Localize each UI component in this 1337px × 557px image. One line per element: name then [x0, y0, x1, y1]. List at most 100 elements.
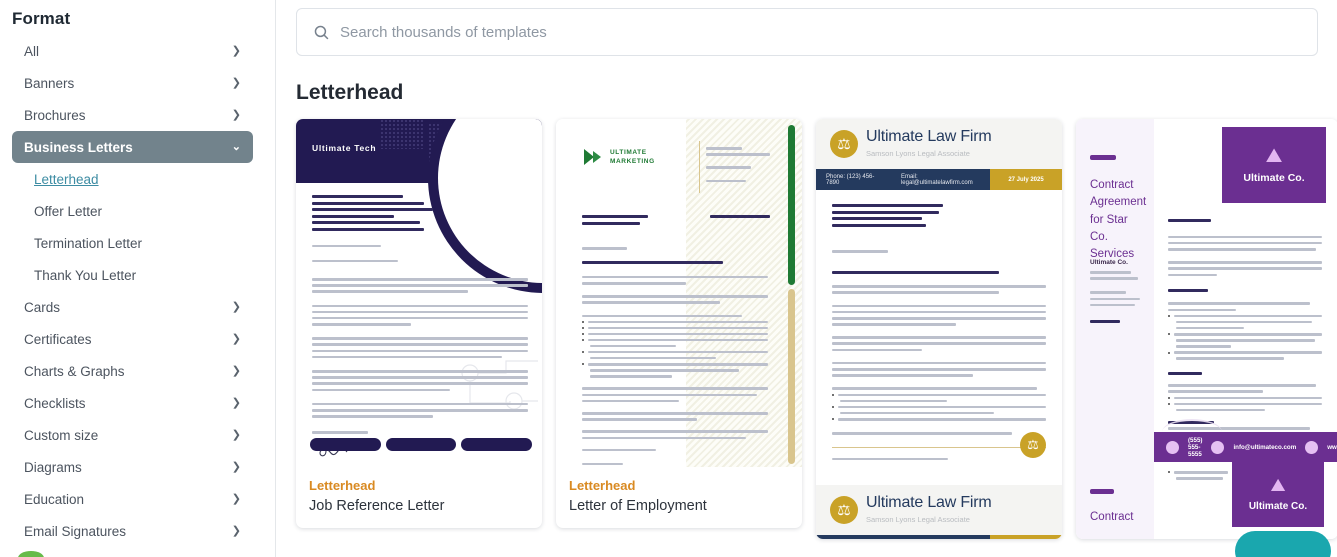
template-card-contract-agreement[interactable]: Contract Agreement for Star Co. Services…	[1076, 119, 1337, 539]
chevron-right-icon: ❯	[231, 396, 241, 409]
thumb4-brand-2: Ultimate Co.	[1248, 500, 1308, 512]
sidebar-item-label: Brochures	[24, 107, 86, 123]
thumb2-logo-text: ULTIMATE MARKETING	[610, 149, 655, 166]
sidebar-item-custom-size[interactable]: Custom size ❯	[12, 419, 253, 451]
thumb1-brand: Ultimate Tech	[312, 143, 377, 153]
sidebar-subitem-label: Offer Letter	[34, 203, 103, 219]
template-card-law-firm-letterhead[interactable]: ⚖ Ultimate Law Firm Samson Lyons Legal A…	[816, 119, 1062, 539]
thumb3-firm-name-2: Ultimate Law Firm	[866, 493, 992, 511]
chevron-right-icon: ❯	[231, 300, 241, 313]
sidebar-subitem-label: Thank You Letter	[34, 267, 137, 283]
card-category: Letterhead	[309, 478, 376, 493]
sidebar-item-all[interactable]: All ❯	[12, 35, 253, 67]
chevron-right-icon: ❯	[231, 524, 241, 537]
template-card-job-reference-letter[interactable]: Ultimate Tech Letterhead Job Reference L…	[296, 119, 542, 528]
thumb3-header: ⚖ Ultimate Law Firm Samson Lyons Legal A…	[816, 119, 1062, 169]
search-bar[interactable]: Search thousands of templates	[296, 8, 1318, 56]
chevron-right-icon: ❯	[231, 76, 241, 89]
sidebar-item-banners[interactable]: Banners ❯	[12, 67, 253, 99]
thumb1-footer-pills	[310, 438, 533, 451]
footer-pill	[461, 438, 533, 451]
template-thumbnail: Ultimate Tech	[296, 119, 542, 467]
template-card-letter-of-employment[interactable]: ULTIMATE MARKETING Letterhead Letter of …	[556, 119, 802, 528]
thumb4-brand: Ultimate Co.	[1243, 172, 1305, 184]
thumb2-divider	[699, 141, 700, 193]
sidebar-item-email-signatures[interactable]: Email Signatures ❯	[12, 515, 253, 547]
thumb3-contact-bar: Phone: (123) 456-7890 Email: legal@ultim…	[816, 169, 1062, 190]
scales-of-justice-icon: ⚖	[830, 130, 858, 158]
sidebar-item-label: Charts & Graphs	[24, 363, 125, 379]
thumb2-green-bar	[788, 125, 795, 285]
thumb3-header-page2: ⚖ Ultimate Law Firm Samson Lyons Legal A…	[816, 484, 1062, 535]
thumb4-footer-phone: (555) 555-5555	[1188, 436, 1203, 458]
chevron-right-icon: ❯	[231, 332, 241, 345]
main-content: Search thousands of templates Letterhead	[276, 0, 1337, 557]
thumb4-title-2: Contract	[1090, 511, 1134, 523]
thumb4-body-2	[1168, 471, 1228, 483]
scales-of-justice-icon: ⚖	[1020, 431, 1046, 458]
sidebar-item-label: Banners	[24, 75, 75, 91]
thumb3-phone: Phone: (123) 456-7890	[826, 173, 875, 186]
sidebar-subitem-termination-letter[interactable]: Termination Letter	[34, 227, 265, 259]
dot-grid-pattern	[380, 119, 424, 149]
sidebar-subitem-label: Letterhead	[34, 171, 99, 187]
app-root: Format All ❯ Banners ❯ Brochures ❯ Busin…	[0, 0, 1337, 557]
thumb3-person-2: Samson Lyons Legal Associate	[866, 514, 970, 524]
thumb4-footer-bar: (555) 555-5555 info@ultimateco.com www.u…	[1154, 432, 1337, 462]
mail-icon	[1211, 440, 1225, 454]
sidebar-item-brochures[interactable]: Brochures ❯	[12, 99, 253, 131]
thumb2-contact	[706, 147, 770, 186]
sidebar-item-checklists[interactable]: Checklists ❯	[12, 387, 253, 419]
sidebar-subitem-offer-letter[interactable]: Offer Letter	[34, 195, 265, 227]
chat-widget-button[interactable]	[1235, 531, 1331, 557]
chevron-right-icon: ❯	[231, 44, 241, 57]
mountain-icon: ⛰	[1270, 474, 1286, 495]
sidebar-title: Format	[12, 9, 71, 28]
sidebar-item-label: Business Letters	[24, 139, 133, 155]
sidebar-item-diagrams[interactable]: Diagrams ❯	[12, 451, 253, 483]
sidebar: Format All ❯ Banners ❯ Brochures ❯ Busin…	[0, 0, 276, 557]
thumb2-body	[582, 247, 768, 467]
sidebar-item-label: Diagrams	[24, 459, 82, 475]
mountain-icon: ⛰	[1265, 145, 1283, 167]
sidebar-item-education[interactable]: Education ❯	[12, 483, 253, 515]
thumb1-body	[312, 195, 528, 467]
thumb4-accent-dash	[1090, 155, 1116, 160]
footer-pill	[310, 438, 381, 451]
format-nav-list: All ❯ Banners ❯ Brochures ❯ Business Let…	[0, 35, 265, 163]
page-title: Letterhead	[296, 81, 404, 104]
thumb2-recipient	[582, 215, 662, 228]
sidebar-subitem-letterhead[interactable]: Letterhead	[34, 163, 265, 195]
thumb3-contact-left-2: Phone: (123) 456-7890 Email: legal@ultim…	[816, 534, 990, 539]
search-input[interactable]: Search thousands of templates	[340, 24, 547, 41]
template-thumbnail: ⚖ Ultimate Law Firm Samson Lyons Legal A…	[816, 119, 1062, 539]
chevron-right-icon: ❯	[231, 460, 241, 473]
sidebar-item-charts-graphs[interactable]: Charts & Graphs ❯	[12, 355, 253, 387]
thumb3-firm-name: Ultimate Law Firm	[866, 128, 992, 145]
thumb2-date	[710, 215, 770, 222]
thumb4-accent-dash-2	[1090, 489, 1114, 494]
ultimate-marketing-logo-icon	[584, 149, 601, 165]
globe-icon	[1305, 440, 1319, 454]
sidebar-item-business-letters[interactable]: Business Letters ⌄	[12, 131, 253, 163]
sidebar-item-label: Email Signatures	[24, 523, 127, 539]
thumb4-logo-box-2: ⛰ Ultimate Co.	[1232, 459, 1324, 527]
thumb3-email: Email: legal@ultimatelawfirm.com	[900, 173, 973, 186]
sidebar-subitem-label: Termination Letter	[34, 235, 143, 251]
thumb4-company: Ultimate Co.	[1090, 259, 1128, 266]
thumb3-body	[816, 190, 1062, 435]
sidebar-item-cards[interactable]: Cards ❯	[12, 291, 253, 323]
sidebar-subitem-thank-you-letter[interactable]: Thank You Letter	[34, 259, 265, 291]
thumb4-company-address	[1090, 271, 1142, 327]
phone-icon	[1166, 440, 1179, 454]
sidebar-item-label: All	[24, 43, 40, 59]
template-grid: Ultimate Tech Letterhead Job Reference L…	[296, 119, 1337, 539]
chevron-right-icon: ❯	[231, 492, 241, 505]
format-nav-list-lower: Cards ❯ Certificates ❯ Charts & Graphs ❯…	[0, 291, 265, 547]
template-thumbnail: Contract Agreement for Star Co. Services…	[1076, 119, 1337, 539]
thumb4-body	[1168, 219, 1322, 446]
sidebar-item-certificates[interactable]: Certificates ❯	[12, 323, 253, 355]
sidebar-item-label: Education	[24, 491, 85, 507]
sidebar-item-label: Custom size	[24, 427, 99, 443]
footer-pill	[385, 438, 457, 451]
